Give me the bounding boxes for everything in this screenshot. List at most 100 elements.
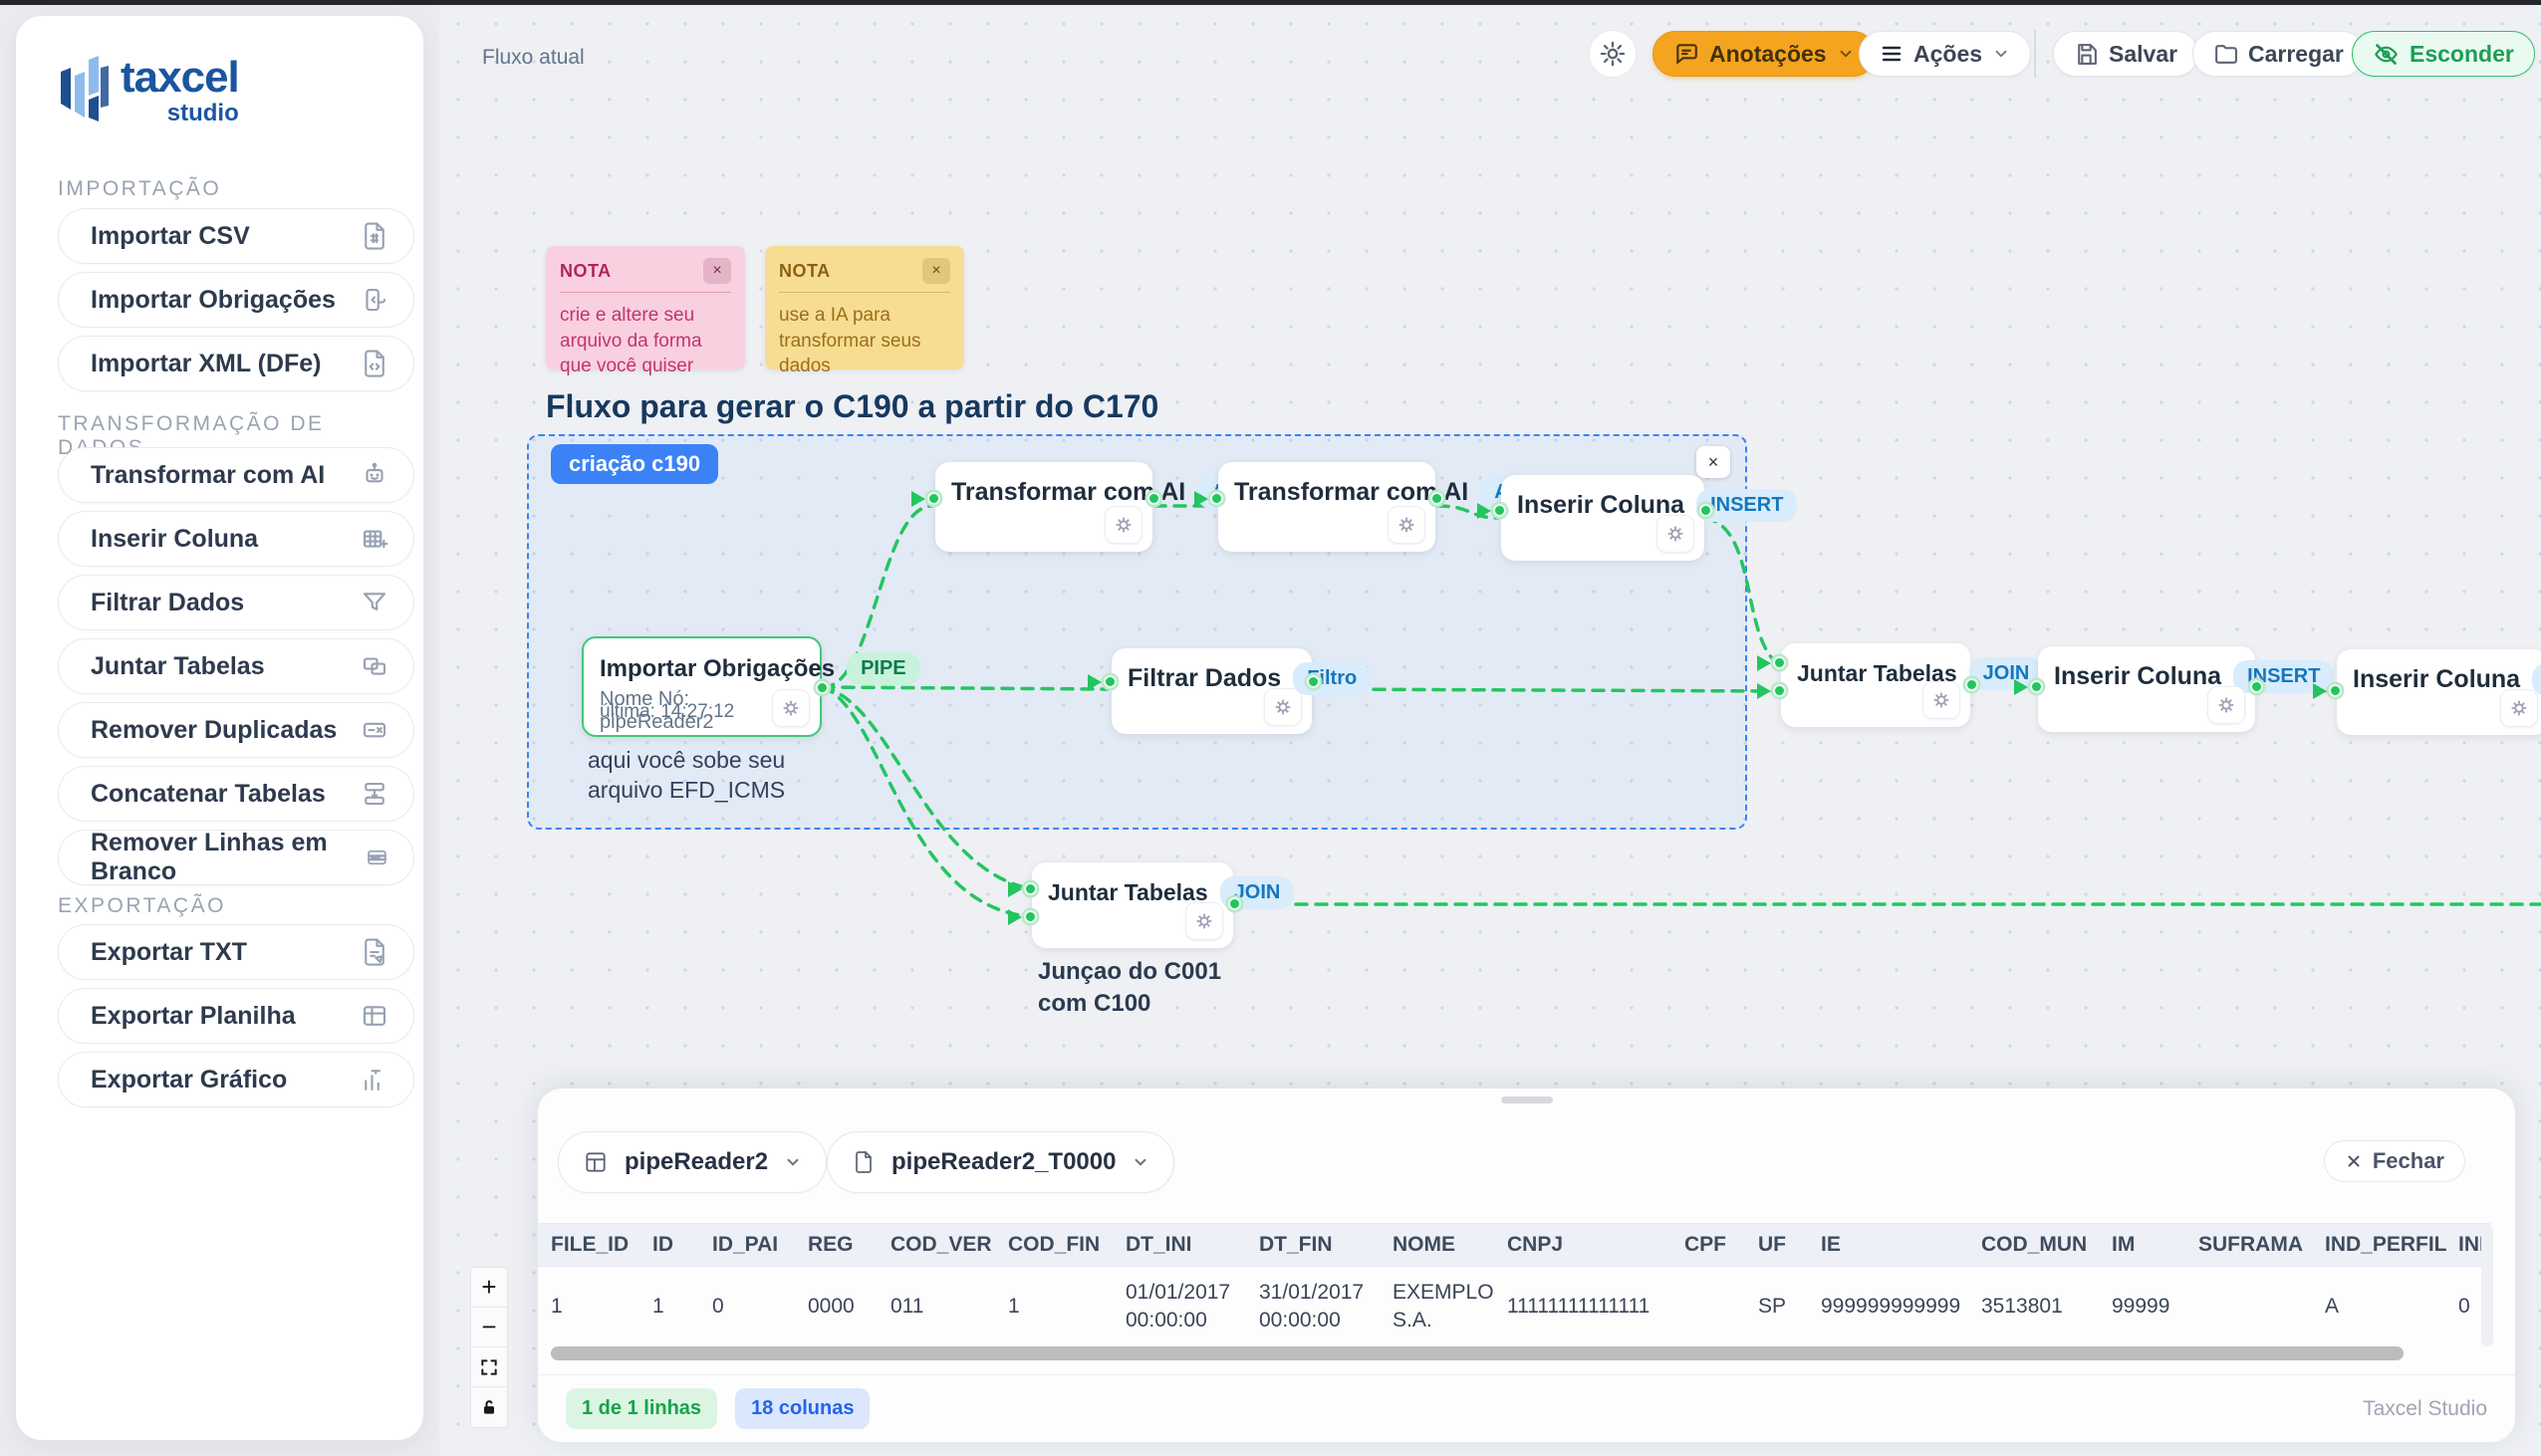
row-count-badge: 1 de 1 linhas xyxy=(566,1388,717,1429)
node-inserir-coluna-2[interactable]: Inserir Coluna INSERT xyxy=(2038,646,2255,732)
sidebar-item-filtrar-dados[interactable]: Filtrar Dados xyxy=(58,575,414,630)
output-handle[interactable] xyxy=(1147,492,1160,505)
sidebar-item-juntar-tabelas[interactable]: Juntar Tabelas xyxy=(58,638,414,694)
section-label-importacao: IMPORTAÇÃO xyxy=(58,177,414,201)
vertical-scrollbar[interactable] xyxy=(2481,1225,2493,1346)
lock-icon xyxy=(479,1397,499,1417)
table-selector-dropdown[interactable]: pipeReader2_T0000 xyxy=(827,1131,1174,1193)
close-panel-button[interactable]: Fechar xyxy=(2324,1140,2465,1182)
node-juntar-tabelas-bottom[interactable]: Juntar Tabelas JOIN xyxy=(1032,862,1233,948)
node-selector-dropdown[interactable]: pipeReader2 xyxy=(558,1131,827,1193)
fullscreen-icon xyxy=(479,1357,499,1377)
node-settings-button[interactable] xyxy=(772,689,810,727)
settings-button[interactable] xyxy=(1589,30,1637,78)
note-close-button[interactable]: × xyxy=(703,258,731,284)
node-filtrar-dados[interactable]: Filtrar Dados Filtro xyxy=(1112,648,1312,734)
fit-view-button[interactable] xyxy=(471,1347,507,1387)
horizontal-scrollbar[interactable] xyxy=(551,1346,2404,1360)
node-settings-button[interactable] xyxy=(1388,506,1425,544)
input-handle[interactable] xyxy=(1757,655,1771,671)
input-handle[interactable] xyxy=(1008,881,1022,897)
node-settings-button[interactable] xyxy=(1656,515,1694,553)
input-handle[interactable] xyxy=(1104,675,1117,688)
input-handle[interactable] xyxy=(2329,684,2342,697)
input-handle[interactable] xyxy=(2014,679,2028,695)
output-handle[interactable] xyxy=(1965,678,1978,691)
column-header: ID xyxy=(652,1233,712,1257)
zoom-out-button[interactable]: − xyxy=(471,1308,507,1347)
input-handle[interactable] xyxy=(1024,910,1037,923)
output-handle[interactable] xyxy=(1307,675,1320,688)
input-handle[interactable] xyxy=(1194,491,1208,507)
sidebar-item-inserir-coluna[interactable]: Inserir Coluna xyxy=(58,511,414,567)
node-settings-button[interactable] xyxy=(2207,686,2245,724)
input-handle[interactable] xyxy=(1024,882,1037,895)
hide-button[interactable]: Esconder xyxy=(2352,31,2535,77)
chevron-down-icon xyxy=(1837,45,1855,63)
table-cell: A xyxy=(2325,1293,2458,1321)
node-transformar-com-ai-1[interactable]: Transformar com AI AI xyxy=(935,462,1152,552)
output-handle[interactable] xyxy=(1228,897,1241,910)
input-handle[interactable] xyxy=(1757,683,1771,699)
output-handle[interactable] xyxy=(816,681,829,694)
input-handle[interactable] xyxy=(1773,684,1786,697)
node-juntar-tabelas-right[interactable]: Juntar Tabelas JOIN xyxy=(1781,643,1970,727)
actions-button[interactable]: Ações xyxy=(1859,31,2031,77)
topbar-divider xyxy=(2034,30,2036,78)
table-row: 1100000011101/01/2017 00:00:0031/01/2017… xyxy=(538,1267,2490,1346)
group-label[interactable]: criação c190 xyxy=(551,444,718,484)
input-handle[interactable] xyxy=(1008,909,1022,925)
lock-button[interactable] xyxy=(471,1387,507,1427)
sidebar-item-remover-duplicadas[interactable]: Remover Duplicadas xyxy=(58,702,414,758)
panel-drag-handle[interactable] xyxy=(1501,1096,1553,1103)
sticky-note-pink[interactable]: NOTA × crie e altere seu arquivo da form… xyxy=(546,246,745,369)
sidebar-item-concatenar-tabelas[interactable]: Concatenar Tabelas xyxy=(58,766,414,822)
table-cell: SP xyxy=(1758,1293,1821,1321)
output-handle[interactable] xyxy=(1699,504,1712,517)
input-handle[interactable] xyxy=(1210,492,1223,505)
table-cell: 0 xyxy=(712,1293,808,1321)
menu-icon xyxy=(1880,42,1904,66)
node-transformar-com-ai-2[interactable]: Transformar com AI AI xyxy=(1218,462,1435,552)
output-handle[interactable] xyxy=(1430,492,1443,505)
node-settings-button[interactable] xyxy=(1105,506,1143,544)
flow-title: Fluxo para gerar o C190 a partir do C170 xyxy=(546,388,1158,425)
input-handle[interactable] xyxy=(927,492,940,505)
column-header: IM xyxy=(2112,1233,2198,1257)
input-handle[interactable] xyxy=(2030,680,2043,693)
note-close-button[interactable]: × xyxy=(922,258,950,284)
bar-chart-icon xyxy=(360,1065,389,1094)
file-csv-icon xyxy=(360,221,389,251)
node-settings-button[interactable] xyxy=(2500,689,2538,727)
input-handle[interactable] xyxy=(1477,503,1491,519)
input-handle[interactable] xyxy=(1493,504,1506,517)
group-close-button[interactable]: × xyxy=(1696,446,1730,478)
node-importar-obrigacoes[interactable]: Importar Obrigações PIPE Nome Nó: pipeRe… xyxy=(582,636,822,737)
node-settings-button[interactable] xyxy=(1185,902,1223,940)
sidebar-item-importar-xml[interactable]: Importar XML (DFe) xyxy=(58,336,414,391)
sidebar-item-exportar-planilha[interactable]: Exportar Planilha xyxy=(58,988,414,1044)
column-header: UF xyxy=(1758,1233,1821,1257)
output-handle[interactable] xyxy=(2250,680,2263,693)
input-handle[interactable] xyxy=(911,491,925,507)
zoom-in-button[interactable]: + xyxy=(471,1268,507,1308)
node-settings-button[interactable] xyxy=(1922,681,1960,719)
sidebar-item-importar-csv[interactable]: Importar CSV xyxy=(58,208,414,264)
chevron-down-icon xyxy=(1992,45,2010,63)
sidebar-item-exportar-txt[interactable]: Exportar TXT xyxy=(58,924,414,980)
save-button[interactable]: Salvar xyxy=(2053,31,2198,77)
sidebar-item-remover-linhas-em-branco[interactable]: Remover Linhas em Branco xyxy=(58,830,414,885)
sidebar-item-exportar-grafico[interactable]: Exportar Gráfico xyxy=(58,1052,414,1107)
load-button[interactable]: Carregar xyxy=(2192,31,2365,77)
sticky-note-yellow[interactable]: NOTA × use a IA para transformar seus da… xyxy=(765,246,964,369)
node-inserir-coluna-3[interactable]: Inserir Coluna INSERT xyxy=(2337,649,2541,735)
node-settings-button[interactable] xyxy=(1264,688,1302,726)
sidebar-item-transformar-com-ai[interactable]: Transformar com AI xyxy=(58,447,414,503)
sidebar-item-importar-obrigacoes[interactable]: Importar Obrigações xyxy=(58,272,414,328)
input-handle[interactable] xyxy=(1773,656,1786,669)
input-handle[interactable] xyxy=(1088,674,1102,690)
input-handle[interactable] xyxy=(2313,683,2327,699)
gear-icon xyxy=(1664,523,1686,545)
node-inserir-coluna-top[interactable]: Inserir Coluna INSERT xyxy=(1501,475,1704,561)
annotations-button[interactable]: Anotações xyxy=(1652,31,1876,77)
